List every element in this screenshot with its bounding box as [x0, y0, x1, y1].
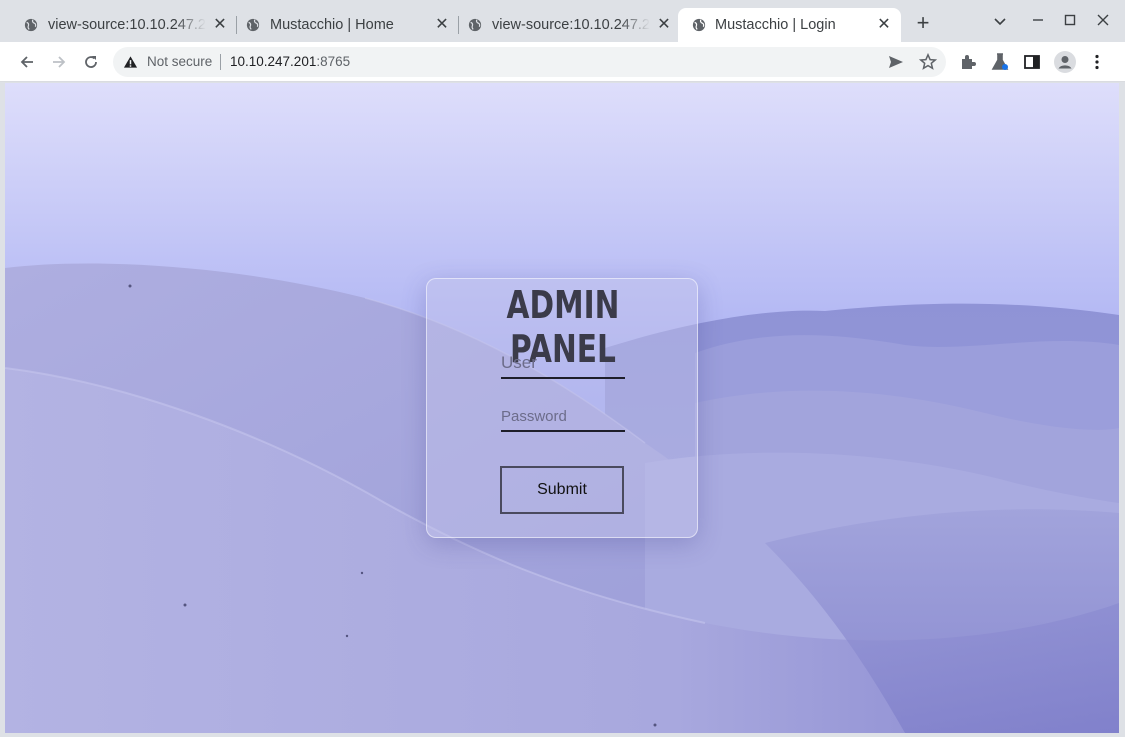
browser-toolbar: Not secure 10.10.247.201:8765 [0, 42, 1125, 82]
extensions-icon[interactable] [959, 53, 977, 71]
arrow-left-icon [20, 56, 33, 68]
reload-icon [85, 56, 97, 68]
tab-mustacchio-login[interactable]: Mustacchio | Login ✕ [678, 8, 901, 42]
security-status[interactable]: Not secure [147, 54, 212, 69]
globe-icon [24, 18, 38, 32]
tab-mustacchio-home[interactable]: Mustacchio | Home ✕ [222, 8, 459, 42]
url-port: :8765 [316, 54, 351, 69]
profile-avatar-icon[interactable] [1054, 51, 1076, 73]
login-panel: ADMIN PANEL Submit [426, 278, 698, 538]
close-window-icon[interactable] [1093, 12, 1113, 32]
tab-title: Mustacchio | Login [715, 17, 836, 33]
username-input[interactable] [501, 349, 625, 379]
close-icon[interactable]: ✕ [876, 17, 892, 33]
star-icon[interactable] [919, 53, 937, 71]
page-viewport: ADMIN PANEL Submit [5, 83, 1119, 733]
url-host: 10.10.247.201 [230, 54, 317, 69]
submit-button[interactable]: Submit [500, 466, 624, 514]
send-icon[interactable] [887, 53, 905, 71]
tab-search-icon[interactable] [990, 12, 1010, 32]
reload-button[interactable] [79, 50, 103, 74]
arrow-right-icon [53, 56, 66, 68]
address-bar[interactable]: Not secure 10.10.247.201:8765 [113, 47, 946, 77]
window-edge-bottom [0, 733, 1125, 737]
tab-fade [176, 8, 206, 42]
tab-view-source-1[interactable]: view-source:10.10.247.2 ✕ [0, 8, 237, 42]
divider [220, 54, 221, 70]
globe-icon [468, 18, 482, 32]
forward-button[interactable] [47, 50, 71, 74]
flask-extension-icon[interactable] [991, 53, 1009, 71]
side-panel-icon[interactable] [1023, 53, 1041, 71]
globe-icon [692, 18, 706, 32]
back-button[interactable] [15, 50, 39, 74]
tab-fade [620, 8, 650, 42]
url-text[interactable]: 10.10.247.201:8765 [230, 54, 350, 69]
new-tab-button[interactable]: + [911, 12, 935, 36]
window-edge-right [1119, 83, 1125, 737]
tab-view-source-2[interactable]: view-source:10.10.247.2 ✕ [444, 8, 680, 42]
globe-icon [246, 18, 260, 32]
close-icon[interactable]: ✕ [656, 17, 672, 33]
tab-title: Mustacchio | Home [270, 17, 394, 33]
password-input[interactable] [501, 402, 625, 432]
warning-icon [123, 56, 138, 68]
tab-strip: view-source:10.10.247.2 ✕ Mustacchio | H… [0, 0, 1125, 42]
minimize-icon[interactable] [1028, 12, 1048, 32]
menu-kebab-icon[interactable] [1088, 53, 1106, 71]
maximize-icon[interactable] [1060, 12, 1080, 32]
